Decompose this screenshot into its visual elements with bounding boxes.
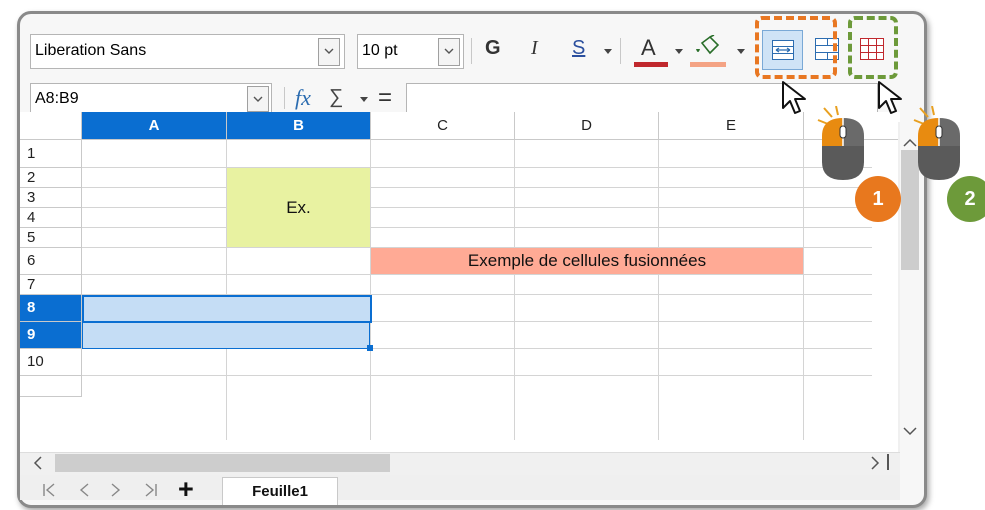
italic-button[interactable]: I [531,37,538,60]
toolbar-separator [471,38,472,64]
row-header-8[interactable]: 8 [20,295,82,322]
vertical-scrollbar[interactable] [898,122,900,452]
font-name-value: Liberation Sans [35,42,147,59]
font-color-swatch [634,62,668,67]
merged-cell-c6-e6-text: Exemple de cellules fusionnées [467,251,707,270]
row-header-7[interactable]: 7 [20,275,82,295]
column-header-c[interactable]: C [371,112,515,140]
sheet-tab-feuille1[interactable]: Feuille1 [222,477,338,505]
callout-badge-2-text: 2 [964,188,976,210]
callout-box-2 [848,16,898,79]
column-header-a[interactable]: A [82,112,227,140]
last-sheet-icon[interactable] [144,483,158,497]
merged-cell-b2-b4[interactable]: Ex. [227,168,370,247]
select-all-corner[interactable] [20,112,82,140]
left-click-mouse-icon [817,106,864,180]
column-header-d[interactable]: D [515,112,659,140]
row-header-6[interactable]: 6 [20,248,82,275]
bold-button[interactable]: G [485,37,501,60]
sheet-area: A B C D E F 1 2 3 4 5 6 7 8 9 10 Ex. Exe… [20,112,900,452]
previous-sheet-icon[interactable] [78,483,90,497]
scroll-left-arrow-icon[interactable] [33,456,42,470]
highlight-fill-icon[interactable] [688,35,728,61]
font-color-dropdown-icon[interactable] [675,49,683,55]
gridline [370,140,371,440]
highlight-color-swatch [690,62,726,67]
gridline [82,375,872,376]
merged-cell-b2-b4-text: Ex. [286,198,311,217]
sheet-tab-label: Feuille1 [252,483,308,500]
callout-box-1 [755,16,837,79]
horizontal-split-handle[interactable] [887,454,889,470]
gridline [82,167,872,168]
row-header-1[interactable]: 1 [20,140,82,168]
mouse-pointer-icon [782,81,806,114]
mouse-pointer-icon [878,81,902,114]
column-header-b[interactable]: B [227,112,371,140]
gridline [82,207,872,208]
underline-dropdown-icon[interactable] [604,49,612,55]
gridline [82,274,872,275]
font-color-button[interactable]: A [641,35,656,61]
callout-badge-1: 1 [855,176,901,222]
function-wizard-button[interactable]: fx [295,85,311,111]
chevron-down-icon [444,48,454,54]
sum-button[interactable]: ∑ [329,86,343,109]
underline-button[interactable]: S [572,37,585,60]
toolbar-separator [620,38,621,64]
font-size-combo[interactable]: 10 pt [357,34,464,69]
font-name-combo[interactable]: Liberation Sans [30,34,345,69]
fill-handle[interactable] [367,345,373,351]
formula-button[interactable]: = [378,84,392,112]
highlight-dropdown-icon[interactable] [737,49,745,55]
row-header-5[interactable]: 5 [20,228,82,248]
chevron-down-icon [324,48,334,54]
callout-badge-1-text: 1 [872,188,884,210]
next-sheet-icon[interactable] [110,483,122,497]
gridline [803,140,804,440]
scroll-down-arrow-icon[interactable] [903,427,917,436]
font-name-dropdown-button[interactable] [318,38,340,66]
toolbar-separator [284,87,285,109]
first-sheet-icon[interactable] [42,483,56,497]
gridline [514,140,515,440]
row-header-11[interactable] [20,376,82,397]
row-header-10[interactable]: 10 [20,349,82,376]
row-header-9[interactable]: 9 [20,322,82,349]
row-header-2[interactable]: 2 [20,168,82,188]
name-box-value: A8:B9 [35,90,79,107]
row-header-3[interactable]: 3 [20,188,82,208]
chevron-down-icon [253,96,263,102]
merged-cell-c6-e6[interactable]: Exemple de cellules fusionnées [371,248,803,274]
sum-dropdown-icon[interactable] [360,97,368,103]
row-header-4[interactable]: 4 [20,208,82,228]
callout-badge-2: 2 [947,176,985,222]
left-click-mouse-icon [913,106,960,180]
scroll-right-arrow-icon[interactable] [871,456,880,470]
gridline [82,187,872,188]
font-size-value: 10 pt [362,42,398,59]
active-cell-row-8[interactable] [82,295,372,323]
gridline [658,140,659,440]
gridline [82,227,872,228]
selection-outline [82,321,370,349]
add-sheet-button[interactable]: + [178,475,194,503]
name-box-dropdown-button[interactable] [247,86,269,112]
font-size-dropdown-button[interactable] [438,38,460,66]
horizontal-scroll-thumb[interactable] [55,454,390,472]
